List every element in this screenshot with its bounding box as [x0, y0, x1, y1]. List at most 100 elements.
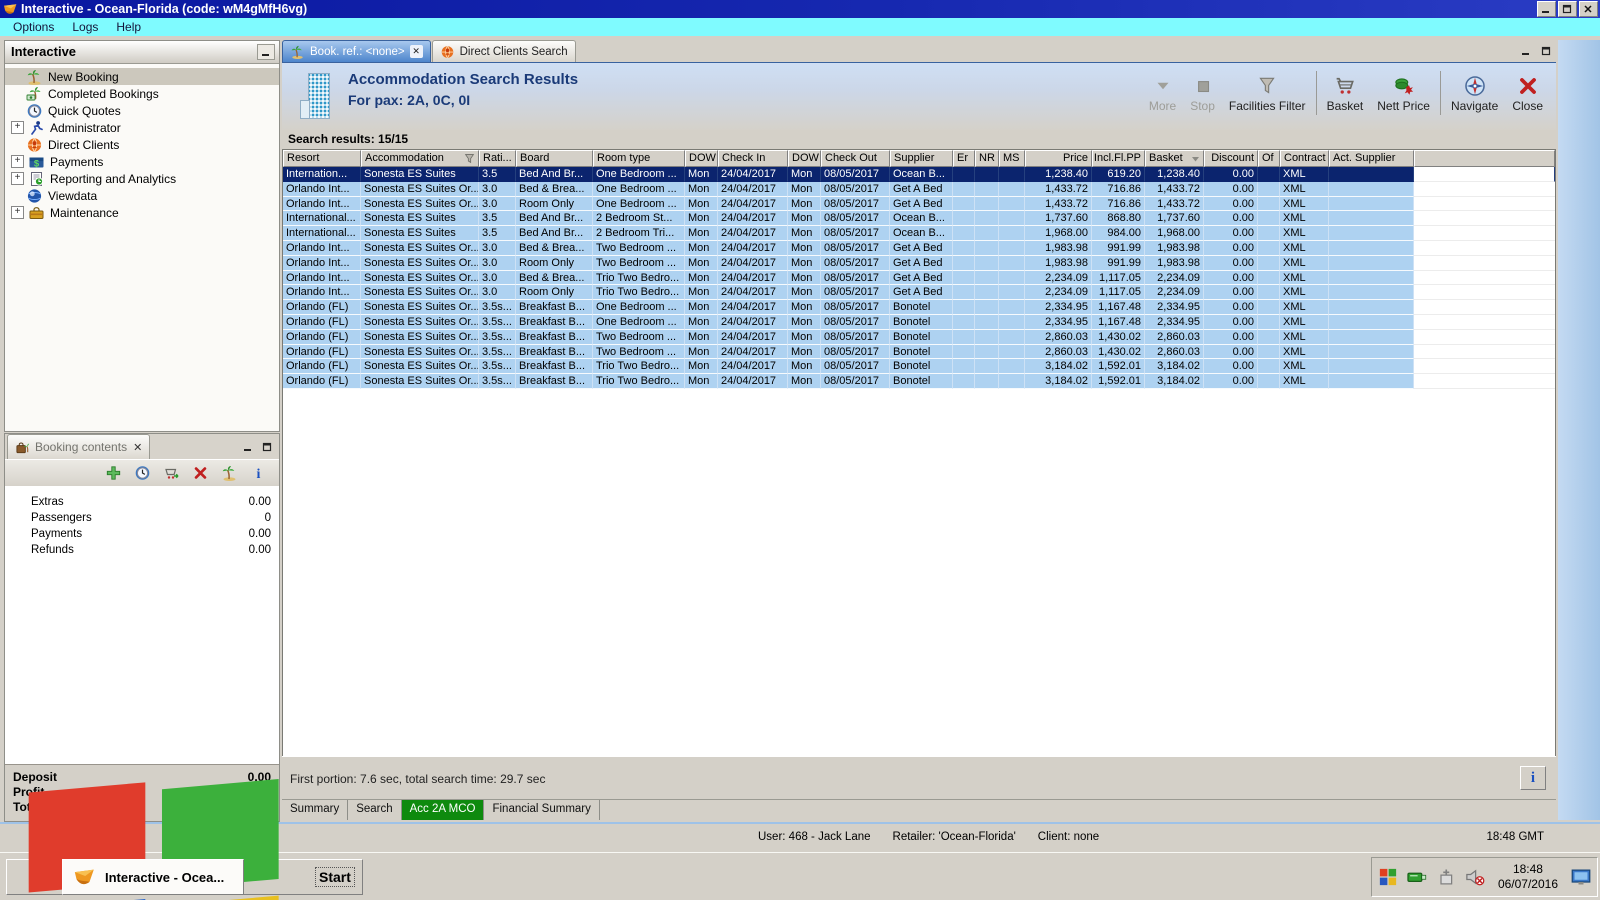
volume-muted-icon[interactable] [1465, 867, 1485, 887]
tab-booking-contents[interactable]: Booking contents ✕ [7, 434, 151, 459]
nett-price-button[interactable]: Nett Price [1370, 73, 1437, 115]
pane-maximize-button[interactable] [1538, 44, 1554, 58]
tab-direct-clients-search[interactable]: Direct Clients Search [431, 40, 576, 62]
sidebar-item-completed-bookings[interactable]: Completed Bookings [5, 85, 279, 102]
sidebar-item-new-booking[interactable]: New Booking [5, 68, 279, 85]
cell-check-in: 24/04/2017 [718, 167, 788, 182]
cell-rati: 3.5s... [479, 359, 516, 375]
status-client: Client: none [1037, 831, 1100, 843]
column-header-ms[interactable]: MS [999, 150, 1025, 167]
table-row[interactable]: Orlando Int... Sonesta ES Suites Or... 3.0… [283, 196, 1555, 212]
pane-minimize-button[interactable] [1518, 44, 1534, 58]
sidebar-item-quick-quotes[interactable]: Quick Quotes [5, 102, 279, 119]
sidebar-item-direct-clients[interactable]: Direct Clients [5, 136, 279, 153]
basket-button[interactable]: Basket [1320, 73, 1371, 115]
column-header-accommodation[interactable]: Accommodation [361, 150, 479, 167]
navigate-button[interactable]: Navigate [1444, 73, 1505, 115]
facilities-filter-button[interactable]: Facilities Filter [1222, 73, 1313, 115]
column-header-of[interactable]: Of [1258, 150, 1280, 167]
table-row[interactable]: International... Sonesta ES Suites 3.5 Bed … [283, 211, 1555, 227]
table-row[interactable]: Orlando (FL) Sonesta ES Suites Or... 3.5s.… [283, 374, 1555, 389]
column-header-contract[interactable]: Contract [1280, 150, 1329, 167]
table-row[interactable]: Orlando (FL) Sonesta ES Suites Or... 3.5s.… [283, 344, 1555, 360]
sidebar-item-administrator[interactable]: + Administrator [5, 119, 279, 136]
expand-plus-icon[interactable]: + [11, 172, 24, 185]
column-header-act-supplier[interactable]: Act. Supplier [1329, 150, 1414, 167]
column-header-supplier[interactable]: Supplier [890, 150, 953, 167]
window-minimize-button[interactable] [1537, 1, 1556, 17]
column-header-price[interactable]: Price [1025, 150, 1092, 167]
tab-close-icon[interactable]: ✕ [133, 441, 142, 454]
column-header-room-type[interactable]: Room type [593, 150, 685, 167]
table-row[interactable]: Orlando Int... Sonesta ES Suites Or... 3.0… [283, 285, 1555, 301]
holiday-button[interactable] [221, 465, 238, 481]
taskbar-task-button[interactable]: Interactive - Ocea... [62, 859, 244, 895]
table-row[interactable]: Orlando (FL) Sonesta ES Suites Or... 3.5s.… [283, 314, 1555, 330]
close-button[interactable]: Close [1505, 73, 1550, 115]
info-button[interactable]: i [1520, 766, 1546, 790]
cell-basket: 3,184.02 [1145, 359, 1204, 375]
panel-minimize-button[interactable] [257, 44, 275, 60]
device-tray-icon[interactable] [1436, 867, 1456, 887]
expand-plus-icon[interactable]: + [11, 121, 24, 134]
tab-book-ref[interactable]: Book. ref.: <none> ✕ [282, 40, 431, 62]
column-header-dow[interactable]: DOW [788, 150, 821, 167]
column-header-er[interactable]: Er [953, 150, 975, 167]
bottom-tab-acc-2a-mco[interactable]: Acc 2A MCO [401, 800, 485, 820]
delete-button[interactable] [192, 465, 209, 481]
tab-close-icon[interactable]: ✕ [409, 45, 423, 58]
table-row[interactable]: Orlando (FL) Sonesta ES Suites Or... 3.5s.… [283, 359, 1555, 375]
table-row[interactable]: Internation... Sonesta ES Suites 3.5 Bed An… [283, 167, 1555, 182]
cell-dow: Mon [685, 167, 718, 182]
cell-resort: Internation... [283, 167, 361, 182]
filter-icon[interactable] [464, 153, 475, 164]
table-row[interactable]: Orlando Int... Sonesta ES Suites Or... 3.0… [283, 270, 1555, 286]
table-row[interactable]: Orlando Int... Sonesta ES Suites Or... 3.0… [283, 240, 1555, 256]
cell-room-type: Trio Two Bedro... [593, 359, 685, 375]
results-grid: Resort Accommodation Rati... Board Room type… [282, 149, 1556, 757]
network-tray-icon[interactable] [1407, 867, 1427, 887]
menu-help[interactable]: Help [107, 20, 150, 34]
pane-maximize-button[interactable] [259, 440, 275, 454]
grid-header-row: Resort Accommodation Rati... Board Room type… [283, 150, 1555, 167]
window-restore-button[interactable] [1558, 1, 1577, 17]
cell-dow: Mon [685, 181, 718, 197]
table-row[interactable]: Orlando (FL) Sonesta ES Suites Or... 3.5s.… [283, 300, 1555, 315]
quick-quote-button[interactable] [134, 465, 151, 481]
cell-accommodation: Sonesta ES Suites Or... [361, 240, 479, 256]
expand-plus-icon[interactable]: + [11, 206, 24, 219]
cell-dow: Mon [788, 255, 821, 271]
antivirus-tray-icon[interactable] [1378, 867, 1398, 887]
window-close-button[interactable] [1579, 1, 1598, 17]
column-header-discount[interactable]: Discount [1204, 150, 1258, 167]
expand-plus-icon[interactable]: + [11, 155, 24, 168]
column-header-incl-fl-pp[interactable]: Incl.Fl.PP [1092, 150, 1145, 167]
bottom-tab-search[interactable]: Search [348, 800, 402, 820]
table-row[interactable]: Orlando (FL) Sonesta ES Suites Or... 3.5s.… [283, 329, 1555, 345]
column-header-check-in[interactable]: Check In [718, 150, 788, 167]
column-header-board[interactable]: Board [516, 150, 593, 167]
info-button[interactable]: i [250, 465, 267, 481]
move-to-basket-button[interactable] [163, 465, 180, 481]
column-header-basket[interactable]: Basket [1145, 150, 1204, 167]
menu-logs[interactable]: Logs [63, 20, 107, 34]
cell-board: Breakfast B... [516, 344, 593, 360]
sidebar-item-reporting-and-analytics[interactable]: + Reporting and Analytics [5, 170, 279, 187]
bottom-tab-financial-summary[interactable]: Financial Summary [484, 800, 600, 820]
table-row[interactable]: Orlando Int... Sonesta ES Suites Or... 3.0… [283, 255, 1555, 271]
sidebar-item-maintenance[interactable]: + Maintenance [5, 204, 279, 221]
sidebar-item-payments[interactable]: + $ Payments [5, 153, 279, 170]
column-header-rati[interactable]: Rati... [479, 150, 516, 167]
column-header-check-out[interactable]: Check Out [821, 150, 890, 167]
column-header-dow[interactable]: DOW [685, 150, 718, 167]
cell-price: 2,860.03 [1025, 344, 1092, 360]
show-desktop-icon[interactable] [1571, 867, 1591, 887]
column-header-nr[interactable]: NR [975, 150, 999, 167]
column-header-resort[interactable]: Resort [283, 150, 361, 167]
table-row[interactable]: International... Sonesta ES Suites 3.5 Bed … [283, 226, 1555, 241]
pane-minimize-button[interactable] [240, 440, 256, 454]
sidebar-item-viewdata[interactable]: Viewdata [5, 187, 279, 204]
table-row[interactable]: Orlando Int... Sonesta ES Suites Or... 3.0… [283, 181, 1555, 197]
menu-options[interactable]: Options [4, 20, 63, 34]
add-button[interactable] [105, 465, 122, 481]
